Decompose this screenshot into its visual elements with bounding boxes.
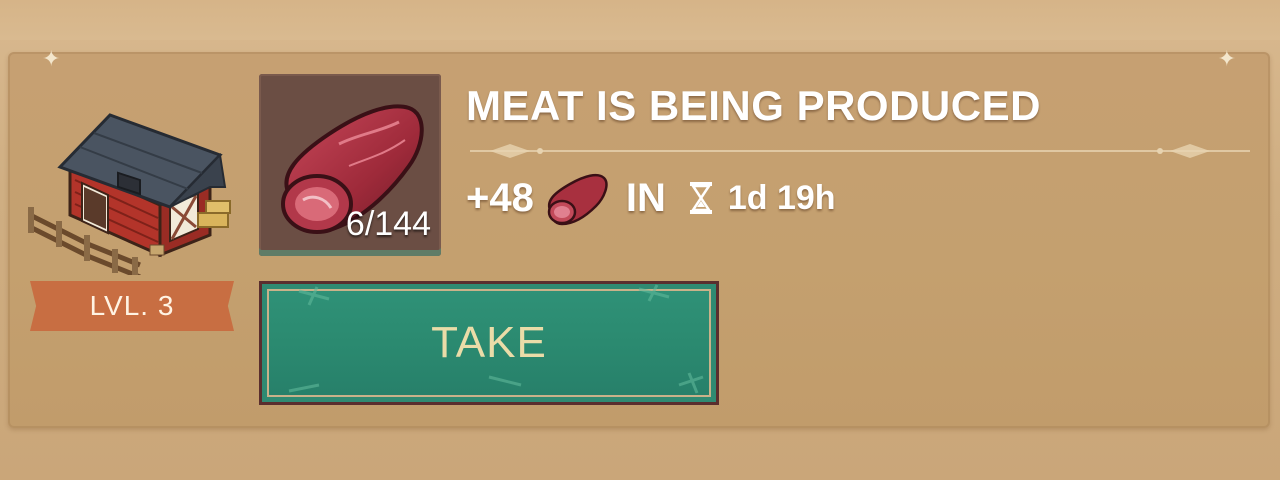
take-label: TAKE (431, 318, 547, 367)
production-row: +48 IN 1d 19h (466, 170, 836, 226)
hourglass-icon (689, 182, 712, 214)
meat-icon (547, 173, 608, 226)
time-remaining: 1d 19h (727, 178, 836, 217)
take-button[interactable]: TAKE (259, 281, 719, 405)
building-image[interactable] (20, 95, 240, 280)
in-label: IN (625, 175, 666, 220)
resource-slot[interactable]: 6/144 (259, 74, 441, 256)
production-amount: +48 (466, 175, 534, 220)
corner-ornament-icon: ✦ (1217, 46, 1236, 71)
level-ribbon: LVL. 3 (30, 281, 234, 331)
divider-ornament (470, 144, 1250, 158)
top-strip (0, 0, 1280, 40)
barn-icon (28, 113, 231, 280)
production-title: MEAT IS BEING PRODUCED (466, 82, 1041, 129)
corner-ornament-icon: ✦ (42, 46, 61, 71)
stock-count: 6/144 (345, 205, 431, 243)
level-label: LVL. 3 (89, 290, 175, 321)
